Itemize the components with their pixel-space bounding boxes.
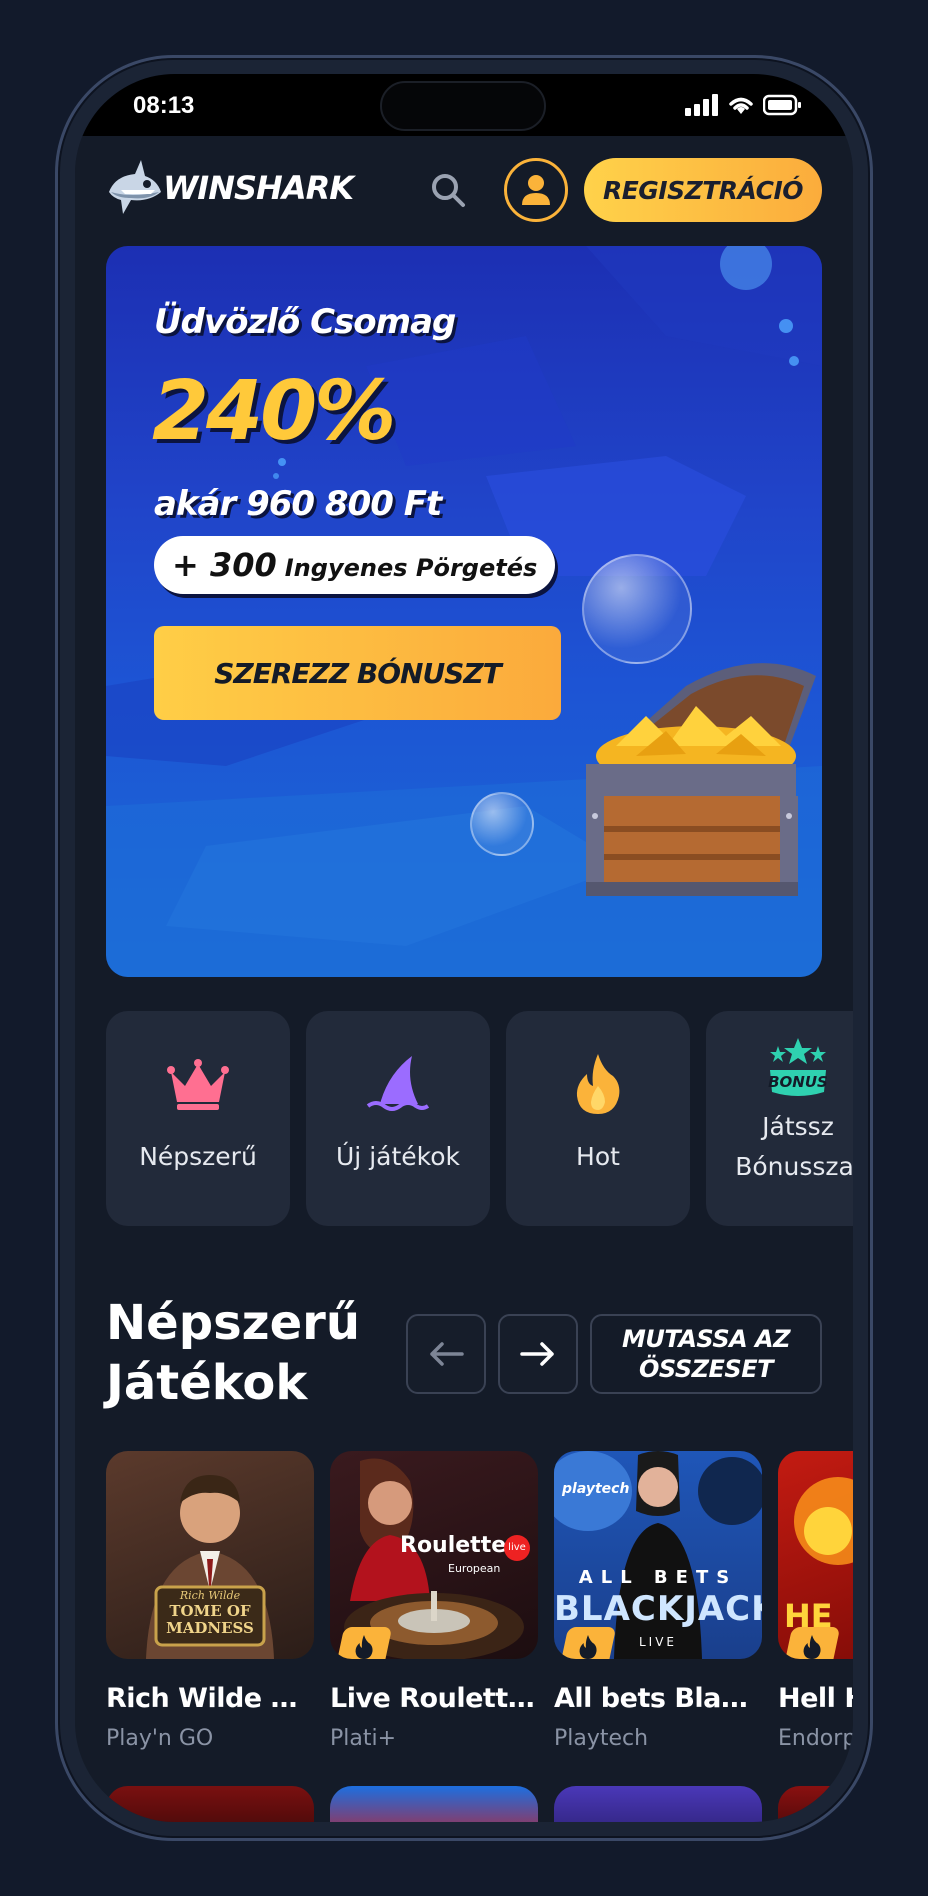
game-card[interactable]: Roulette live European Live Roulette E..… xyxy=(330,1451,538,1751)
status-bar: 08:13 xyxy=(75,74,853,136)
game-card[interactable]: Rich Wilde TOME OF MADNESS Rich Wilde an… xyxy=(106,1451,314,1751)
game-card[interactable]: HE Hell Hot Endorphina xyxy=(778,1451,853,1751)
profile-button[interactable] xyxy=(504,158,568,222)
hot-badge xyxy=(335,1627,393,1659)
hero-amount: akár 960 800 Ft xyxy=(154,484,442,524)
category-hot[interactable]: Hot xyxy=(506,1011,690,1226)
status-icons xyxy=(685,94,803,116)
thumb-title-small: Rich Wilde xyxy=(179,1589,241,1602)
status-time: 08:13 xyxy=(133,92,195,119)
signal-icon xyxy=(685,94,718,116)
category-popular[interactable]: Népszerű xyxy=(106,1011,290,1226)
category-new-games[interactable]: Új játékok xyxy=(306,1011,490,1226)
game-thumbnail[interactable]: playtech ALL BETS BLACKJACK LIVE xyxy=(554,1451,762,1659)
bonus-icon: BONUS xyxy=(768,1038,828,1096)
category-label: Játssz Bónusszal xyxy=(735,1112,853,1181)
game-provider: Play'n GO xyxy=(106,1726,214,1751)
game-name[interactable]: Hell Hot xyxy=(778,1683,853,1714)
svg-text:BONUS: BONUS xyxy=(768,1073,828,1091)
section-title: Népszerű Játékok xyxy=(106,1293,360,1413)
game-card[interactable]: playtech ALL BETS BLACKJACK LIVE All bet… xyxy=(554,1451,762,1751)
app-header: WINSHARK REGISZTRÁCIÓ xyxy=(75,136,853,244)
provider-logo-text: playtech xyxy=(562,1481,630,1497)
flame-icon xyxy=(803,1635,821,1659)
thumb-title: BLACKJACK xyxy=(554,1589,762,1629)
shark-fin-icon xyxy=(366,1056,430,1111)
register-button[interactable]: REGISZTRÁCIÓ xyxy=(584,158,822,222)
game-thumbnail[interactable]: HE xyxy=(778,1451,853,1659)
section-title-line1: Népszerű xyxy=(106,1295,360,1351)
game-thumbnail[interactable]: Roulette live European xyxy=(330,1451,538,1659)
spins-number: + 300 xyxy=(172,546,277,584)
category-label: Népszerű xyxy=(139,1142,257,1171)
hot-badge xyxy=(559,1627,617,1659)
thumb-title: TOME OF MADNESS xyxy=(166,1602,254,1637)
hot-badge xyxy=(783,1627,841,1659)
get-bonus-button[interactable]: SZEREZZ BÓNUSZT xyxy=(154,626,561,720)
battery-icon xyxy=(763,94,801,116)
game-thumbnail-partial[interactable] xyxy=(778,1786,853,1822)
category-play-with-bonus[interactable]: BONUS Játssz Bónusszal xyxy=(706,1011,853,1226)
next-button[interactable] xyxy=(498,1314,578,1394)
show-all-button[interactable]: MUTASSA AZ ÖSSZESET xyxy=(590,1314,822,1394)
game-provider: Plati+ xyxy=(330,1726,397,1751)
logo-text: WINSHARK xyxy=(163,169,354,207)
bubble-decoration xyxy=(470,792,534,856)
hero-title: Üdvözlő Csomag xyxy=(154,302,456,342)
search-icon xyxy=(432,174,465,207)
game-name[interactable]: Rich Wilde and... xyxy=(106,1683,314,1714)
game-provider: Playtech xyxy=(554,1726,649,1751)
game-thumbnail-partial[interactable] xyxy=(106,1786,314,1822)
game-provider: Endorphina xyxy=(778,1726,853,1751)
game-name[interactable]: Live Roulette E... xyxy=(330,1683,538,1714)
flame-icon xyxy=(579,1635,597,1659)
arrow-left-icon xyxy=(430,1342,464,1366)
category-label: Hot xyxy=(576,1142,620,1171)
user-icon xyxy=(522,175,550,205)
thumb-allbets: ALL BETS xyxy=(578,1567,738,1588)
free-spins-badge: + 300 Ingyenes Pörgetés xyxy=(154,536,556,594)
arrow-right-icon xyxy=(520,1342,554,1366)
show-all-line2: ÖSSZESET xyxy=(639,1355,773,1383)
thumb-live-badge: live xyxy=(504,1535,530,1561)
game-thumbnail-partial[interactable] xyxy=(554,1786,762,1822)
category-label: Új játékok xyxy=(336,1142,460,1171)
game-name[interactable]: All bets Blackj... xyxy=(554,1683,762,1714)
spins-text: Ingyenes Pörgetés xyxy=(284,554,538,582)
shark-logo-icon xyxy=(109,160,161,214)
winshark-logo[interactable]: WINSHARK xyxy=(105,158,354,218)
wifi-icon xyxy=(729,97,753,114)
category-list: Népszerű Új játékok Hot BONUS Játssz Bón… xyxy=(106,1011,853,1226)
flame-icon xyxy=(355,1635,373,1659)
section-title-line2: Játékok xyxy=(106,1355,308,1411)
welcome-bonus-banner[interactable]: Üdvözlő Csomag 240% akár 960 800 Ft + 30… xyxy=(106,246,822,977)
hero-percent: 240% xyxy=(152,364,396,459)
thumb-title: Roulette xyxy=(400,1533,507,1558)
treasure-chest-illustration xyxy=(586,663,816,896)
prev-button[interactable] xyxy=(406,1314,486,1394)
search-button[interactable] xyxy=(428,170,468,210)
game-thumbnail[interactable]: Rich Wilde TOME OF MADNESS xyxy=(106,1451,314,1659)
dynamic-island xyxy=(380,81,546,131)
game-thumbnail-partial[interactable] xyxy=(330,1786,538,1822)
flame-icon xyxy=(576,1054,620,1114)
show-all-line1: MUTASSA AZ xyxy=(621,1325,791,1353)
crown-icon xyxy=(167,1059,229,1110)
thumb-subtitle: European xyxy=(448,1562,501,1575)
app-screen: 08:13 WINSHARK REGISZTRÁCIÓ Üdvözlő Csom… xyxy=(75,74,853,1822)
